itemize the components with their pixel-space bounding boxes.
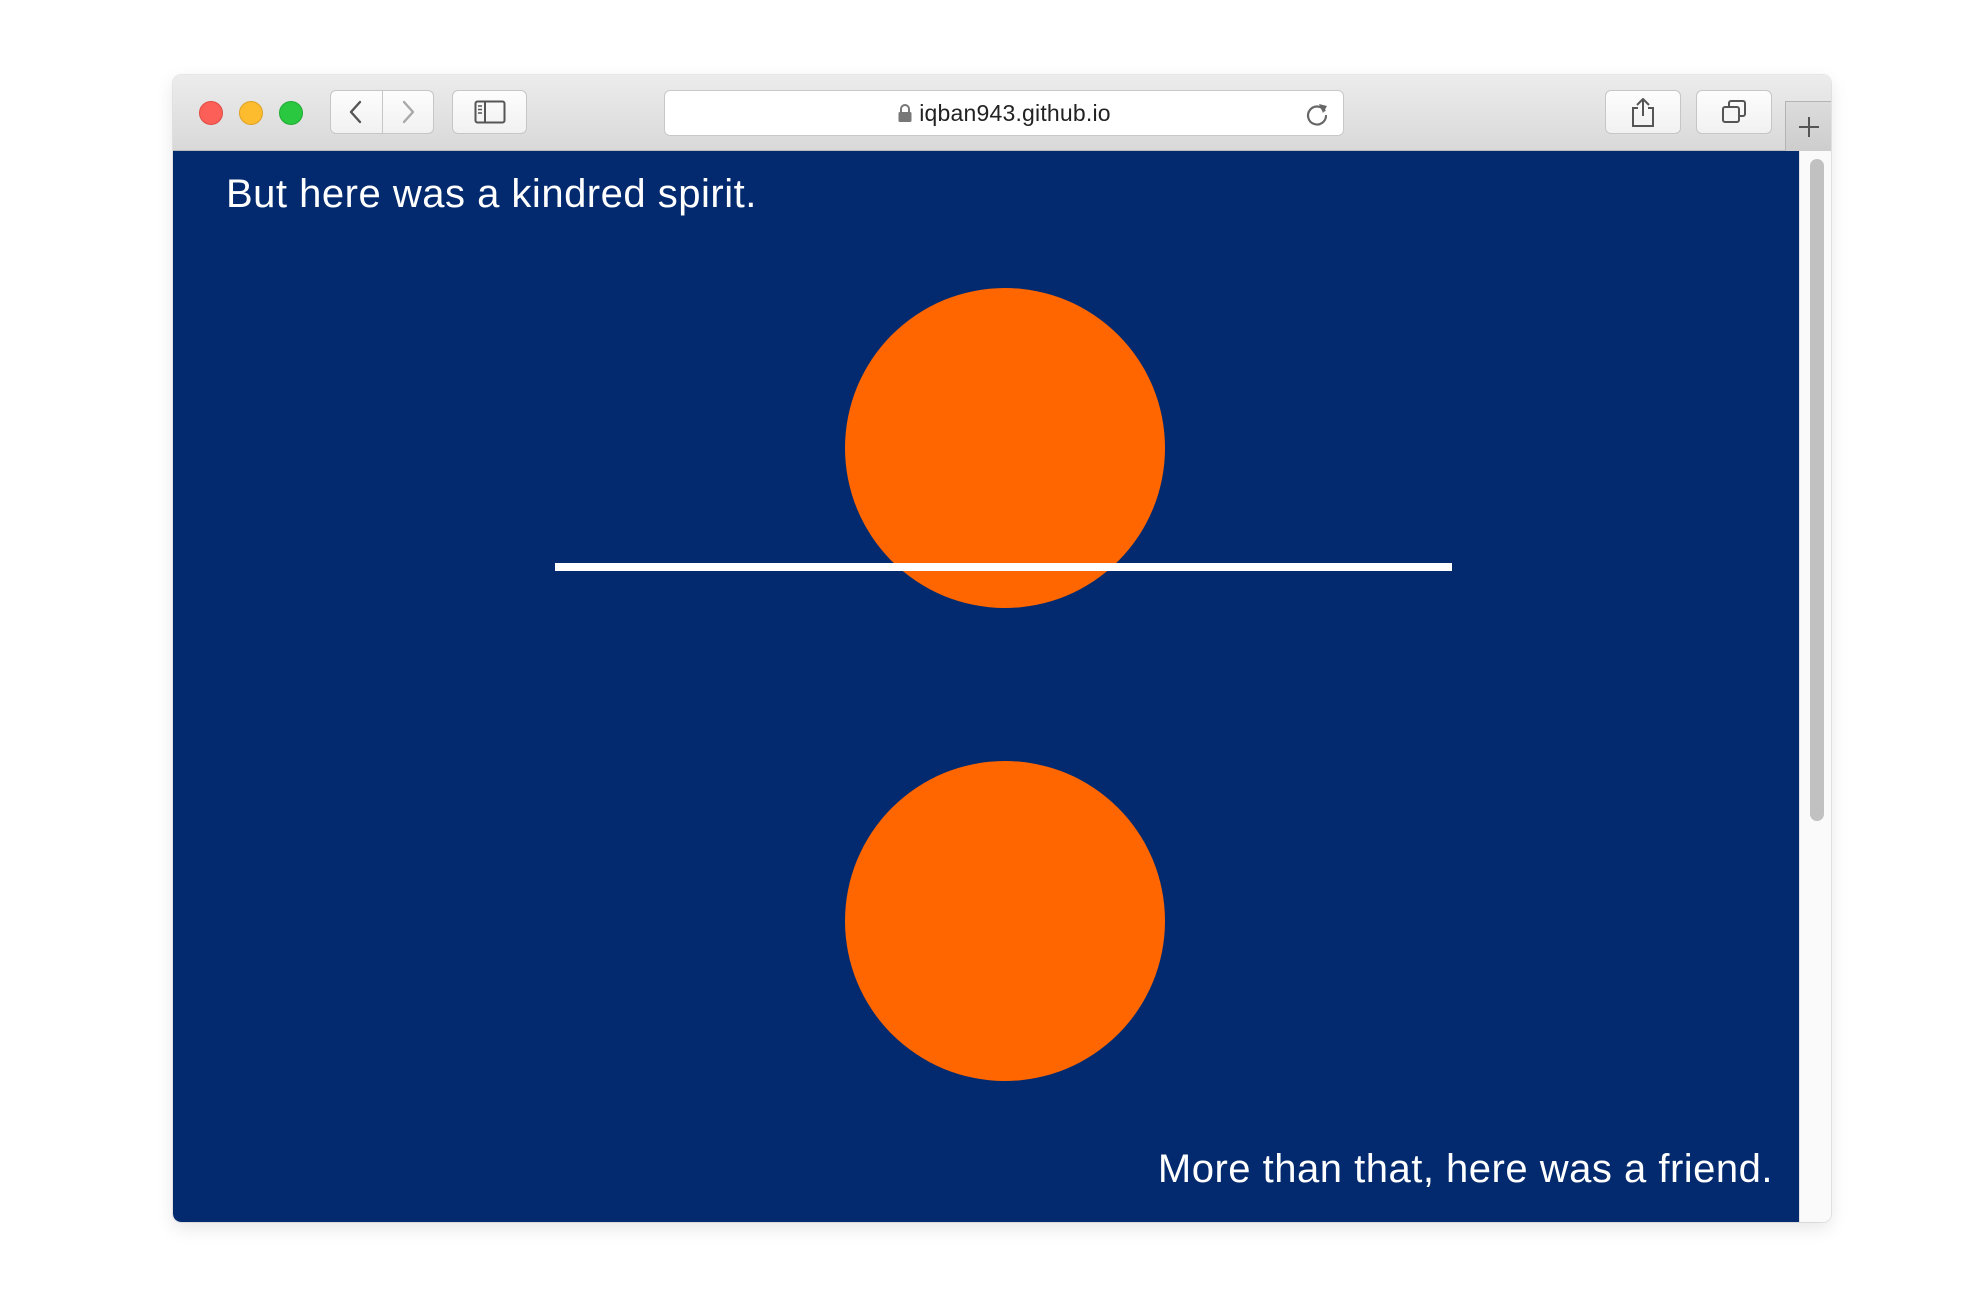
browser-window: iqban943.github.io But here was a kindre… (173, 75, 1831, 1222)
new-tab-button[interactable] (1785, 101, 1831, 151)
navigation-buttons (330, 90, 434, 134)
divider-line (555, 563, 1452, 571)
forward-button[interactable] (381, 91, 434, 133)
sidebar-icon (474, 100, 505, 124)
back-button[interactable] (331, 91, 382, 133)
maximize-window-icon[interactable] (279, 101, 303, 125)
lock-icon (898, 104, 912, 122)
minimize-window-icon[interactable] (239, 101, 263, 125)
address-content: iqban943.github.io (665, 91, 1343, 135)
story-text-bottom: More than that, here was a friend. (1157, 1147, 1773, 1191)
share-icon (1632, 98, 1654, 127)
browser-toolbar: iqban943.github.io (173, 75, 1831, 151)
plus-icon (1798, 116, 1819, 137)
close-window-icon[interactable] (199, 101, 223, 125)
orange-circle-bottom (845, 761, 1165, 1081)
chevron-left-icon (350, 100, 362, 124)
url-text: iqban943.github.io (919, 99, 1111, 126)
sidebar-button[interactable] (452, 90, 527, 134)
vertical-scrollbar[interactable] (1799, 151, 1831, 1222)
share-button[interactable] (1605, 90, 1681, 134)
web-page: But here was a kindred spirit. More than… (173, 151, 1799, 1222)
orange-circle-top (845, 288, 1165, 608)
tabs-overview-icon (1722, 100, 1746, 123)
scrollbar-thumb[interactable] (1810, 159, 1824, 821)
tabs-overview-button[interactable] (1696, 90, 1772, 134)
chevron-right-icon (402, 100, 414, 124)
story-text-top: But here was a kindred spirit. (226, 172, 757, 216)
address-bar[interactable]: iqban943.github.io (664, 90, 1344, 136)
reload-icon[interactable] (1303, 100, 1331, 128)
